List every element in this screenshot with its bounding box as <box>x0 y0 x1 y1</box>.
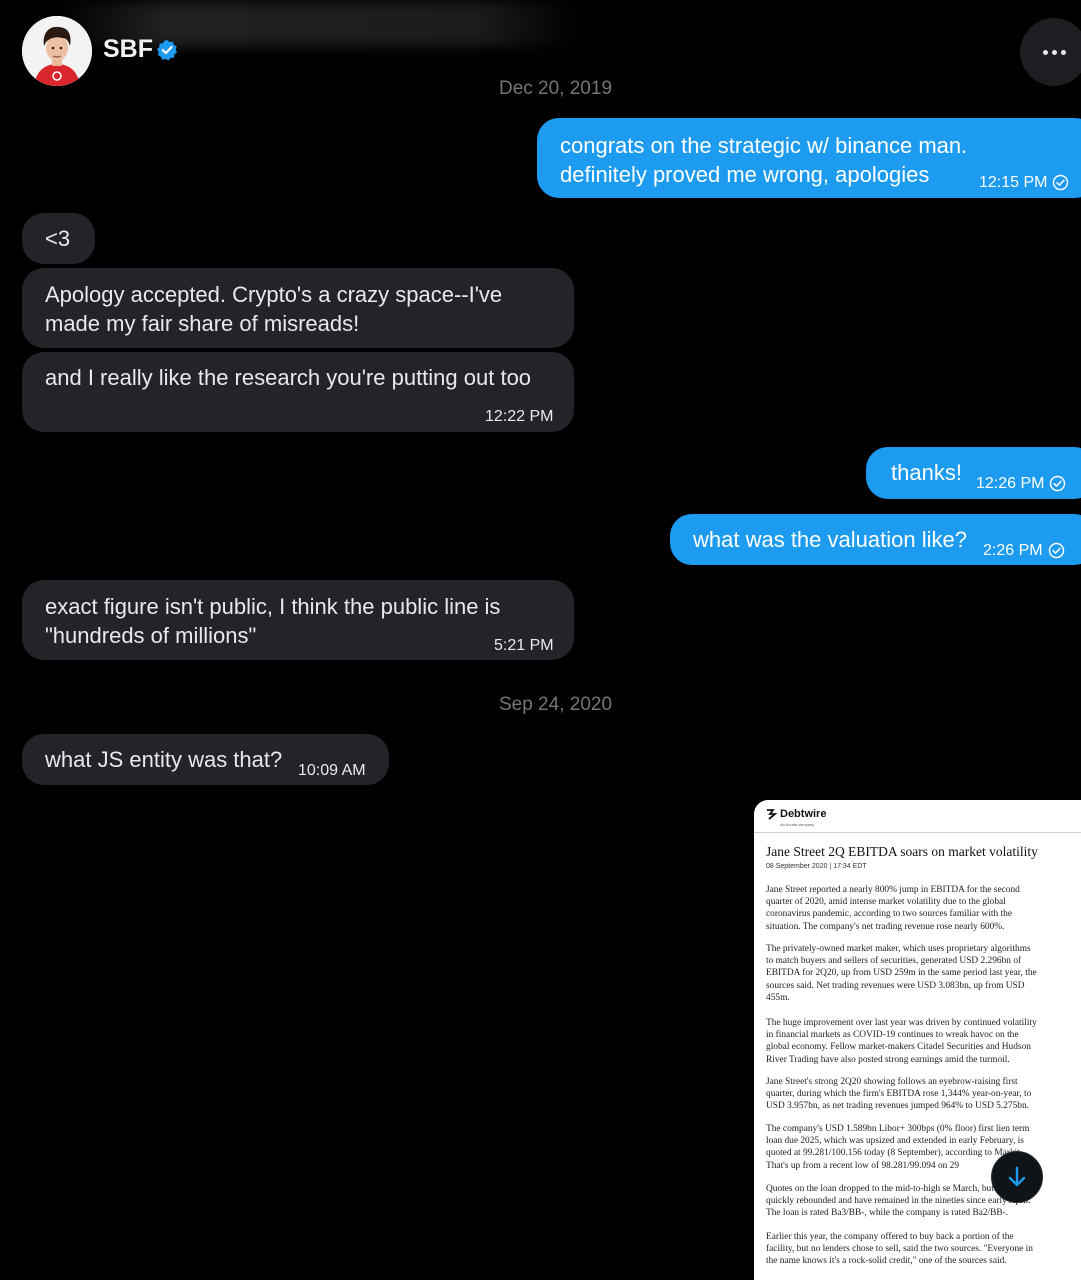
article-dateline: 08 September 2020 | 17:34 EDT <box>766 863 867 870</box>
article-headline: Jane Street 2Q EBITDA soars on market vo… <box>766 844 1038 859</box>
message-timestamp: 10:09 AM <box>298 762 366 779</box>
message-timestamp: 12:22 PM <box>485 408 554 425</box>
article-paragraph: The huge improvement over last year was … <box>766 1017 1081 1066</box>
verified-badge-icon <box>157 40 177 61</box>
message-timestamp: 12:15 PM <box>979 168 1069 197</box>
article-paragraph: The privately-owned market maker, which … <box>766 943 1081 1004</box>
message-bubble-sent[interactable]: what was the valuation like? 2:26 PM <box>670 514 1081 565</box>
message-text: what was the valuation like? <box>693 527 967 552</box>
message-bubble-received[interactable]: what JS entity was that? 10:09 AM <box>22 734 389 785</box>
profile-avatar[interactable] <box>22 16 92 86</box>
article-line: River Trading have also posted strong ea… <box>766 1054 1010 1065</box>
article-line: facility, but no lenders chose to sell, … <box>766 1244 1033 1255</box>
article-line: USD 3.957bn, as net trading revenues jum… <box>766 1101 1029 1112</box>
article-line: quickly rebounded and have remained in t… <box>766 1196 1031 1207</box>
article-line: quarter of 2020, amid intense market vol… <box>766 897 1006 908</box>
contact-name[interactable]: SBF <box>103 35 153 64</box>
message-bubble-received[interactable]: exact figure isn't public, I think the p… <box>22 580 574 660</box>
message-bubble-received[interactable]: and I really like the research you're pu… <box>22 352 574 432</box>
read-receipt-icon <box>1050 475 1066 492</box>
debtwire-logo-icon <box>767 809 778 820</box>
article-line: The privately-owned market maker, which … <box>766 944 1031 954</box>
divider <box>754 832 1081 833</box>
message-text: Apology accepted. Crypto's a crazy space… <box>45 282 503 336</box>
message-text: thanks! <box>891 460 962 485</box>
publisher-tagline: An Acuris company <box>780 822 815 827</box>
article-line: Earlier this year, the company offered t… <box>766 1232 1014 1242</box>
message-bubble-received[interactable]: <3 <box>22 213 95 264</box>
message-timestamp: 12:26 PM <box>976 469 1066 498</box>
date-separator: Dec 20, 2019 <box>498 78 613 99</box>
article-line: situation. The company's net trading rev… <box>766 921 1005 932</box>
article-paragraph: Jane Street's strong 2Q20 showing follow… <box>766 1076 1081 1113</box>
article-line: EBITDA for 2Q20, up from USD 259m in the… <box>766 968 1037 979</box>
article-line: Jane Street reported a nearly 800% jump … <box>766 885 1020 895</box>
message-timestamp: 5:21 PM <box>494 637 554 654</box>
article-line: The huge improvement over last year was … <box>766 1018 1037 1028</box>
read-receipt-icon <box>1053 174 1069 191</box>
article-line: in financial markets as COVID-19 continu… <box>766 1030 1019 1041</box>
article-line: the name knows it's a rock-solid credit,… <box>766 1256 1007 1267</box>
article-line: loan due 2025, which was upsized and ext… <box>766 1136 1024 1147</box>
arrow-down-icon <box>1008 1166 1026 1187</box>
date-separator: Sep 24, 2020 <box>498 694 613 715</box>
message-text: exact figure isn't public, I think the p… <box>45 594 501 648</box>
article-paragraph: Jane Street reported a nearly 800% jump … <box>766 884 1081 933</box>
article-line: coronavirus pandemic, according to two s… <box>766 909 1013 920</box>
more-options-button[interactable] <box>1020 18 1081 86</box>
scroll-to-bottom-button[interactable] <box>991 1151 1043 1203</box>
publisher-logo: Debtwire <box>766 808 826 820</box>
message-text: and I really like the research you're pu… <box>45 365 532 390</box>
article-line: quarter, during which the firm's EBITDA … <box>766 1089 1032 1100</box>
message-bubble-sent[interactable]: thanks! 12:26 PM <box>866 447 1081 499</box>
article-line: The loan is rated Ba3/BB-, while the com… <box>766 1208 1009 1219</box>
message-bubble-received[interactable]: Apology accepted. Crypto's a crazy space… <box>22 268 574 348</box>
more-horizontal-icon <box>1042 49 1048 55</box>
message-text: congrats on the strategic w/ binance man… <box>560 133 968 187</box>
article-paragraph: Earlier this year, the company offered t… <box>766 1231 1081 1268</box>
article-line: sources said. Net trading revenues were … <box>766 980 1025 991</box>
message-bubble-sent[interactable]: congrats on the strategic w/ binance man… <box>537 118 1081 198</box>
message-text: what JS entity was that? <box>45 747 283 772</box>
article-line: 455m. <box>766 992 790 1003</box>
read-receipt-icon <box>1048 542 1064 559</box>
article-line: The company's USD 1.589bn Libor+ 300bps … <box>766 1124 1030 1134</box>
article-line: global economy. Fellow market-makers Cit… <box>766 1042 1031 1053</box>
message-text: <3 <box>45 226 71 251</box>
message-timestamp: 2:26 PM <box>983 536 1065 565</box>
image-attachment[interactable]: Debtwire An Acuris company Jane Street 2… <box>754 800 1081 1280</box>
article-line: Jane Street's strong 2Q20 showing follow… <box>766 1077 1018 1087</box>
article-line: to match buyers and sellers of securitie… <box>766 956 1022 967</box>
